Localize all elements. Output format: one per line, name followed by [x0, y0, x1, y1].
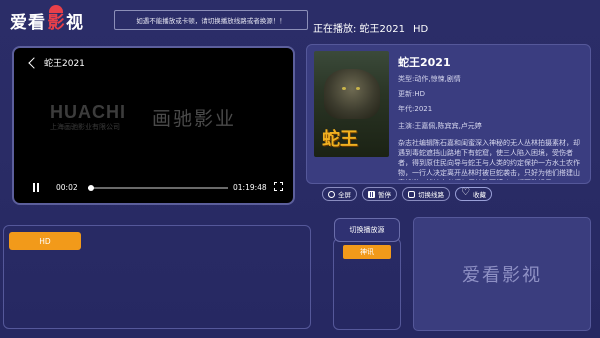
player-title-bar: 蛇王2021 [28, 56, 85, 69]
seek-handle[interactable] [87, 185, 94, 191]
back-arrow-icon[interactable] [28, 57, 40, 69]
pause-icon[interactable] [32, 183, 40, 192]
poster-title: 蛇王 [322, 129, 358, 150]
current-time: 00:02 [56, 183, 78, 192]
playback-notice: 如遇不能播放或卡顿，请切换播放线路或者换源！！ [114, 10, 308, 30]
watermark-brand: HUACHI [50, 102, 126, 122]
movie-poster: 蛇王 [314, 51, 389, 157]
pause-square-icon [368, 190, 375, 198]
switch-source-label[interactable]: 切换播放源 [334, 218, 400, 242]
brand-banner-text: 爱看影视 [462, 265, 542, 286]
movie-title: 蛇王2021 [398, 56, 451, 69]
info-row-update: 更新:HD [398, 90, 426, 98]
now-playing-title: 正在播放: 蛇王2021 [313, 24, 405, 35]
info-row-year: 年代:2021 [398, 105, 433, 113]
watermark-calligraphy: 画驰影业 [152, 108, 237, 130]
video-player[interactable]: 蛇王2021 HUACHI 上海画驰影业有限公司 画驰影业 00:02 01:1… [12, 46, 295, 205]
seek-bar[interactable] [87, 185, 228, 191]
now-playing-quality: HD [413, 24, 429, 35]
now-playing-label: 正在播放: 蛇王2021 HD [313, 20, 428, 35]
player-title: 蛇王2021 [44, 59, 85, 69]
studio-watermark: HUACHI 上海画驰影业有限公司 画驰影业 [44, 98, 274, 138]
pause-button[interactable]: 暂停 [362, 187, 397, 201]
logo-text-left: 爱看 [10, 12, 46, 33]
player-controls: 00:02 01:19:48 [14, 179, 293, 195]
brand-banner: 爱看影视 [413, 217, 591, 331]
favorite-button[interactable]: 收藏 [455, 187, 492, 201]
fullscreen-button[interactable]: 全屏 [322, 187, 357, 201]
logo-text-right: 视 [66, 12, 84, 33]
movie-info-card: 蛇王 蛇王2021 类型:动作,惊悚,剧情 更新:HD 年代:2021 主演:王… [306, 44, 591, 184]
info-row-genre: 类型:动作,惊悚,剧情 [398, 75, 461, 83]
source-option-selected[interactable]: 神讯 [343, 245, 391, 259]
heart-icon [461, 187, 470, 198]
total-time: 01:19:48 [233, 183, 267, 192]
watermark-company: 上海画驰影业有限公司 [50, 123, 120, 131]
app-logo: 爱看 影 视 [10, 4, 84, 34]
info-row-cast: 主演:王嘉佩,陈宾宾,卢元婷 [398, 122, 482, 130]
movie-synopsis: 杂志社编辑陈石嘉和闺蜜深入神秘的无人丛林拍摄素材，却遇到毒蛇遮挡山路地下有蛇窟，… [398, 139, 580, 180]
episode-list: HD [3, 225, 311, 329]
fullscreen-circle-icon [328, 190, 335, 198]
logo-text-mid: 影 [46, 4, 66, 33]
action-bar: 全屏 暂停 切换线路 收藏 [322, 187, 492, 201]
switch-route-button[interactable]: 切换线路 [402, 187, 450, 201]
route-icon [408, 190, 415, 198]
episode-item[interactable]: HD [9, 232, 81, 250]
fullscreen-icon[interactable] [274, 182, 283, 191]
poster-snake-art [324, 69, 380, 119]
